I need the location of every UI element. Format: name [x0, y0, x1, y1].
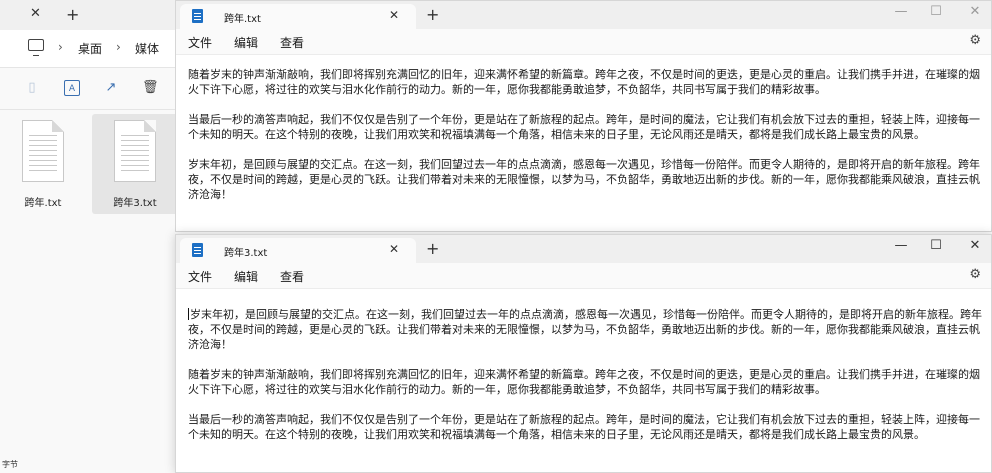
- paragraph-text: 岁末年初，是回顾与展望的交汇点。在这一刻，我们回望过去一年的点点滴滴，感恩每一次…: [188, 308, 982, 351]
- share-icon[interactable]: ↗: [103, 80, 119, 96]
- explorer-toolbar: ▯ A ↗ 🗑: [0, 68, 180, 110]
- text-file-icon: [22, 120, 64, 182]
- paragraph: 岁末年初，是回顾与展望的交汇点。在这一刻，我们回望过去一年的点点滴滴，感恩每一次…: [188, 307, 984, 352]
- tab-close-icon[interactable]: ✕: [389, 242, 399, 256]
- paragraph: 当最后一秒的滴答声响起，我们不仅仅是告别了一个年份，更是站在了新旅程的起点。跨年…: [188, 413, 980, 441]
- paragraph: 当最后一秒的滴答声响起，我们不仅仅是告别了一个年份，更是站在了新旅程的起点。跨年…: [188, 113, 980, 141]
- tab-title: 跨年3.txt: [224, 248, 268, 259]
- chevron-right-icon: ›: [116, 40, 121, 54]
- new-tab-icon[interactable]: +: [426, 5, 439, 24]
- text-editor-area[interactable]: 随着岁末的钟声渐渐敲响，我们即将挥别充满回忆的旧年，迎来满怀希望的新篇章。跨年之…: [188, 67, 984, 217]
- minimize-icon[interactable]: —: [891, 238, 911, 253]
- notepad-app-icon: [192, 243, 203, 257]
- tab-kuanian[interactable]: 跨年.txt ✕: [180, 4, 416, 29]
- close-icon[interactable]: ✕: [965, 238, 985, 253]
- tab-kuanian3[interactable]: 跨年3.txt ✕: [180, 238, 416, 263]
- explorer-status-text: 字节: [2, 460, 18, 469]
- menu-view[interactable]: 查看: [280, 268, 304, 285]
- paste-icon[interactable]: ▯: [24, 80, 40, 96]
- paragraph: 随着岁末的钟声渐渐敲响，我们即将挥别充满回忆的旧年，迎来满怀希望的新篇章。跨年之…: [188, 68, 980, 96]
- tab-close-icon[interactable]: ✕: [389, 8, 399, 22]
- paragraph: 岁末年初，是回顾与展望的交汇点。在这一刻，我们回望过去一年的点点滴滴，感恩每一次…: [188, 158, 980, 201]
- file-name: 跨年3.txt: [113, 198, 157, 209]
- settings-gear-icon[interactable]: ⚙: [969, 267, 981, 282]
- menu-bar: 文件 编辑 查看 ⚙: [176, 263, 991, 289]
- breadcrumb-desktop[interactable]: 桌面: [78, 40, 102, 57]
- explorer-address-bar[interactable]: › 桌面 › 媒体: [0, 30, 180, 68]
- text-caret: [188, 308, 189, 320]
- title-bar[interactable]: 跨年3.txt ✕ + — ☐ ✕: [176, 235, 991, 263]
- rename-icon[interactable]: A: [64, 80, 80, 96]
- settings-gear-icon[interactable]: ⚙: [969, 33, 981, 48]
- menu-edit[interactable]: 编辑: [234, 268, 258, 285]
- maximize-icon[interactable]: ☐: [926, 4, 946, 19]
- close-icon[interactable]: ✕: [965, 4, 985, 19]
- file-item-kuanian3[interactable]: 跨年3.txt: [92, 114, 178, 214]
- menu-edit[interactable]: 编辑: [234, 34, 258, 51]
- menu-view[interactable]: 查看: [280, 34, 304, 51]
- menu-bar: 文件 编辑 查看 ⚙: [176, 29, 991, 55]
- title-bar[interactable]: 跨年.txt ✕ + — ☐ ✕: [176, 1, 991, 29]
- this-pc-icon[interactable]: [28, 39, 44, 56]
- new-tab-icon[interactable]: +: [426, 239, 439, 258]
- explorer-new-tab-icon[interactable]: +: [66, 5, 79, 24]
- notepad-window-back[interactable]: 跨年.txt ✕ + — ☐ ✕ 文件 编辑 查看 ⚙ 随着岁末的钟声渐渐敲响，…: [175, 0, 992, 232]
- text-file-icon: [114, 120, 156, 182]
- delete-icon[interactable]: 🗑: [142, 80, 159, 96]
- paragraph: 随着岁末的钟声渐渐敲响，我们即将挥别充满回忆的旧年，迎来满怀希望的新篇章。跨年之…: [188, 368, 980, 396]
- menu-file[interactable]: 文件: [188, 34, 212, 51]
- explorer-tab-bar: ✕ +: [0, 0, 180, 30]
- explorer-tab-close-icon[interactable]: ✕: [30, 6, 41, 21]
- minimize-icon[interactable]: —: [891, 4, 911, 19]
- breadcrumb-media[interactable]: 媒体: [135, 40, 159, 57]
- file-name: 跨年.txt: [24, 198, 62, 209]
- notepad-window-front[interactable]: 跨年3.txt ✕ + — ☐ ✕ 文件 编辑 查看 ⚙ 岁末年初，是回顾与展望…: [175, 234, 992, 473]
- chevron-right-icon: ›: [58, 40, 63, 54]
- menu-file[interactable]: 文件: [188, 268, 212, 285]
- notepad-app-icon: [192, 9, 203, 23]
- text-editor-area[interactable]: 岁末年初，是回顾与展望的交汇点。在这一刻，我们回望过去一年的点点滴滴，感恩每一次…: [188, 307, 984, 457]
- file-item-kuanian[interactable]: 跨年.txt: [0, 114, 86, 214]
- maximize-icon[interactable]: ☐: [926, 238, 946, 253]
- tab-title: 跨年.txt: [224, 14, 261, 25]
